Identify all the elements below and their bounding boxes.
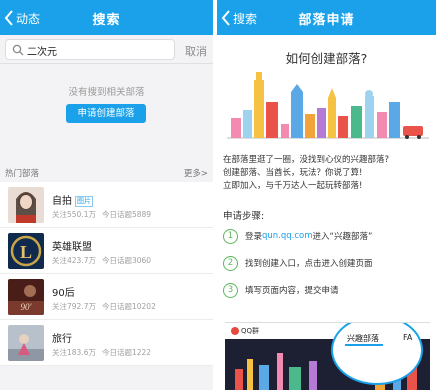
- search-bar: 取消: [0, 35, 213, 64]
- topic-count: 今日话题10202: [101, 302, 156, 311]
- fa-label: FA: [403, 333, 413, 342]
- description-line: 立即加入，与千万达人一起玩转部落!: [223, 181, 363, 191]
- tribe-thumbnail: [8, 187, 44, 223]
- tribe-thumbnail: 90': [8, 279, 44, 315]
- list-item[interactable]: 90' 90后 关注792.7万 今日话题10202: [0, 274, 213, 320]
- list-item[interactable]: 自拍 图片 关注550.1万 今日话题5889: [0, 182, 213, 228]
- topic-count: 今日话题1222: [101, 348, 152, 357]
- topic-count: 今日话题3060: [101, 256, 152, 265]
- step-1: 1 登录 qun.qq.com 进入“兴趣部落”: [223, 228, 372, 244]
- website-preview-image: QQ群 兴趣部落 FA: [225, 322, 430, 390]
- description-line: 在部落里逛了一圈，没找到心仪的兴趣部落?: [223, 155, 390, 165]
- tab-underline: [345, 344, 383, 346]
- nav-bar: 动态 搜索: [0, 0, 213, 35]
- qq-penguin-icon: [231, 327, 239, 335]
- step-3: 3 填写页面内容，提交申请: [223, 282, 339, 298]
- step-text: 填写页面内容，提交申请: [245, 286, 339, 296]
- empty-message: 没有搜到相关部落: [68, 87, 145, 98]
- more-link[interactable]: 更多>: [184, 167, 208, 179]
- city-skyline-illustration: [227, 72, 429, 139]
- search-input[interactable]: [27, 42, 167, 58]
- svg-text:90': 90': [21, 302, 33, 312]
- step-text: 找到创建入口，点击进入创建页面: [245, 259, 373, 269]
- description-line: 创建部落、当酋长，玩法？你说了算!: [223, 168, 363, 178]
- tribe-tab-label: 兴趣部落: [347, 334, 379, 343]
- follower-count: 关注423.7万: [52, 256, 96, 265]
- nav-bar: 搜索 部落申请: [217, 0, 436, 35]
- step-2: 2 找到创建入口，点击进入创建页面: [223, 255, 373, 271]
- steps-title: 申请步骤:: [223, 211, 265, 222]
- tribe-name: 90后: [52, 288, 75, 299]
- qq-logo: QQ群: [231, 326, 259, 336]
- list-item[interactable]: L 英雄联盟 关注423.7万 今日话题3060: [0, 228, 213, 274]
- search-icon: [12, 44, 24, 56]
- hot-tribes-header: 热门部落 更多>: [0, 163, 213, 181]
- empty-result: 没有搜到相关部落 申请创建部落: [0, 64, 213, 150]
- step-number: 3: [223, 282, 238, 298]
- list-item[interactable]: 旅行 关注183.6万 今日话题1222: [0, 320, 213, 366]
- svg-text:L: L: [20, 242, 32, 262]
- page-title: 部落申请: [298, 13, 355, 28]
- topic-count: 今日话题5889: [101, 210, 152, 219]
- hot-tribes-title: 热门部落: [5, 169, 40, 179]
- follower-count: 关注792.7万: [52, 302, 96, 311]
- hot-tribes-list: 自拍 图片 关注550.1万 今日话题5889 L 英雄联盟 关注423.7万 今日话…: [0, 182, 213, 366]
- tribe-thumbnail: [8, 325, 44, 361]
- step-text: 登录: [245, 232, 263, 242]
- step-number: 2: [223, 255, 238, 271]
- tribe-application-screen: 搜索 部落申请 如何创建部落? 在部落里逛了一圈，没找到心仪的兴趣部落? 创建部…: [217, 0, 436, 390]
- tribe-name: 自拍: [52, 196, 72, 207]
- follower-count: 关注183.6万: [52, 348, 96, 357]
- cancel-button[interactable]: 取消: [185, 43, 207, 59]
- step-text-tail: 进入“兴趣部落”: [312, 232, 373, 242]
- tribe-name: 英雄联盟: [52, 242, 92, 253]
- search-screen: 动态 搜索 取消 没有搜到相关部落 申请创建部落 热门部落 更多> 自拍图片 关…: [0, 0, 213, 390]
- page-title: 搜索: [92, 13, 121, 28]
- category-badge: 图片: [75, 196, 93, 207]
- follower-count: 关注550.1万: [52, 210, 96, 219]
- search-field[interactable]: [5, 39, 175, 60]
- create-tribe-button[interactable]: 申请创建部落: [66, 104, 146, 123]
- tribe-thumbnail: L: [8, 233, 44, 269]
- qun-link[interactable]: qun.qq.com: [262, 231, 313, 241]
- tribe-name: 旅行: [52, 334, 72, 345]
- guide-description: 在部落里逛了一圈，没找到心仪的兴趣部落? 创建部落、当酋长，玩法？你说了算! 立…: [223, 154, 432, 193]
- guide-heading: 如何创建部落?: [285, 51, 368, 66]
- step-number: 1: [223, 228, 238, 244]
